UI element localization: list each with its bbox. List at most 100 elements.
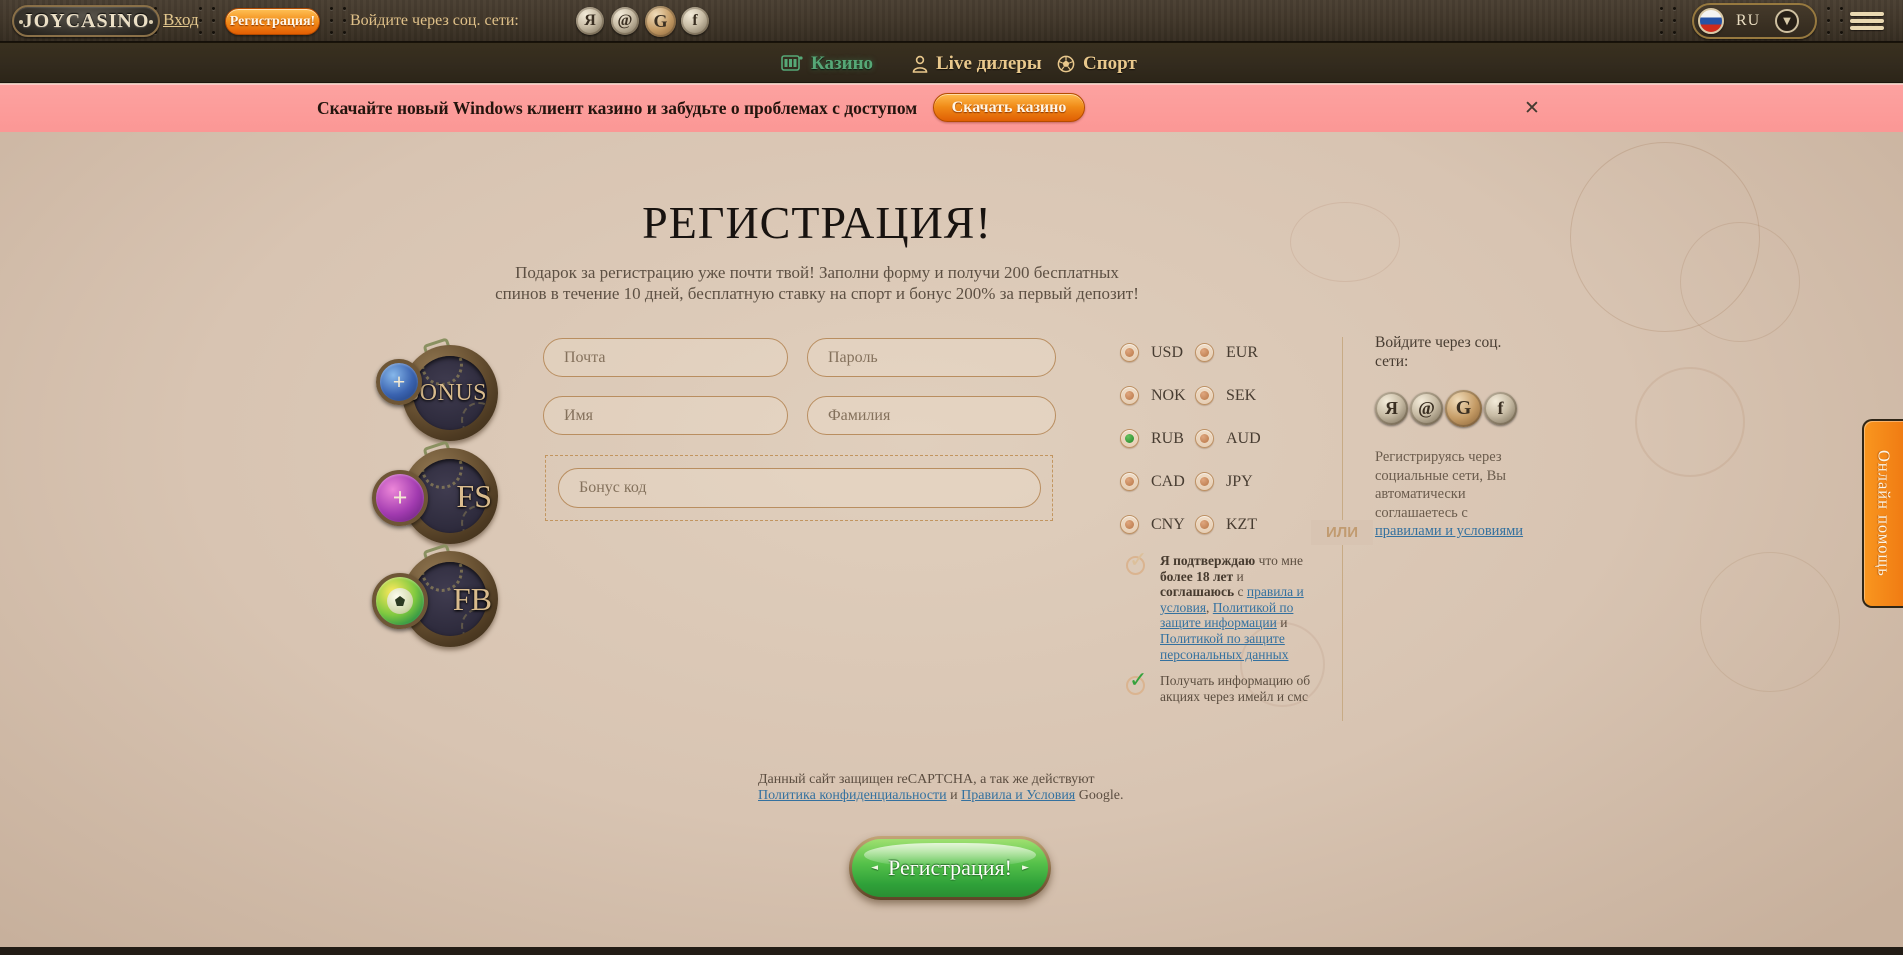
currency-option-usd[interactable]: USD <box>1120 331 1195 374</box>
language-code: RU <box>1736 12 1760 30</box>
main-content <box>0 132 1903 947</box>
currency-option-aud[interactable]: AUD <box>1195 417 1270 460</box>
russia-flag-icon <box>1698 8 1724 34</box>
download-banner: Скачайте новый Windows клиент казино и з… <box>0 84 1903 132</box>
social-column-heading: Войдите через соц. сети: <box>1375 333 1515 371</box>
tab-live-label: Live дилеры <box>936 53 1042 75</box>
header-social-prompt: Войдите через соц. сети: <box>350 0 519 42</box>
banner-message: Скачайте новый Windows клиент казино и з… <box>317 84 917 132</box>
tab-live-dealers[interactable]: Live дилеры <box>912 43 1042 84</box>
check-icon: ✓ <box>1129 668 1147 693</box>
hamburger-menu-icon[interactable] <box>1850 12 1884 30</box>
mailru-icon[interactable]: @ <box>611 7 639 35</box>
soccer-ball-icon <box>1057 55 1075 73</box>
promo-checkbox[interactable]: ✓ <box>1126 674 1148 696</box>
social-login-icons: Я @ G f <box>1375 390 1517 427</box>
bottom-edge-decor <box>0 947 1903 955</box>
dealer-person-icon <box>912 55 928 73</box>
header-register-button[interactable]: Регистрация! <box>225 8 320 35</box>
currency-option-nok[interactable]: NOK <box>1120 374 1195 417</box>
currency-option-cny[interactable]: CNY <box>1120 503 1195 546</box>
currency-option-cad[interactable]: CAD <box>1120 460 1195 503</box>
bonus-code-field[interactable] <box>558 468 1041 508</box>
email-field[interactable] <box>543 338 788 377</box>
currency-option-eur[interactable]: EUR <box>1195 331 1270 374</box>
age-confirm-checkbox[interactable]: ✓ <box>1126 554 1148 576</box>
chevron-down-icon[interactable]: ▼ <box>1775 9 1799 33</box>
rivet-decor <box>330 6 347 36</box>
close-icon[interactable]: ✕ <box>1520 96 1544 120</box>
main-nav: Казино Live дилеры Спорт <box>0 42 1903 83</box>
radio-icon <box>1120 429 1139 448</box>
tab-sport-label: Спорт <box>1083 53 1137 75</box>
logo-text: JOYCASINO <box>23 10 150 33</box>
rivet-decor <box>1660 6 1677 36</box>
google-icon[interactable]: G <box>645 6 676 37</box>
facebook-glyph: f <box>692 12 697 30</box>
radio-icon <box>1120 386 1139 405</box>
page-title: РЕГИСТРАЦИЯ! <box>517 196 1117 249</box>
login-link[interactable]: Вход <box>163 0 199 42</box>
currency-options: USD EUR NOK SEK RUB AUD CAD JPY CNY KZT <box>1120 331 1280 546</box>
badge-freespins: FS + <box>372 446 500 546</box>
radio-icon <box>1120 472 1139 491</box>
firstname-field[interactable] <box>543 396 788 435</box>
badge-freespins-medal-icon: + <box>372 470 428 526</box>
facebook-icon[interactable]: f <box>681 7 709 35</box>
yandex-icon[interactable]: Я <box>1375 392 1408 425</box>
tab-sport[interactable]: Спорт <box>1057 43 1137 84</box>
personal-data-policy-link[interactable]: Политикой по защите персональных данных <box>1160 631 1289 662</box>
subtitle-line-2: спинов в течение 10 дней, бесплатную ста… <box>495 284 1139 303</box>
currency-option-jpy[interactable]: JPY <box>1195 460 1270 503</box>
badge-freebet: FB <box>372 549 500 649</box>
paper-stain-decor <box>1635 367 1745 477</box>
radio-icon <box>1120 515 1139 534</box>
currency-option-sek[interactable]: SEK <box>1195 374 1270 417</box>
badge-bonus: BONUS + <box>372 343 500 443</box>
radio-icon <box>1195 343 1214 362</box>
header-bar: JOYCASINO Вход Регистрация! Войдите чере… <box>0 0 1903 42</box>
download-casino-button[interactable]: Скачать казино <box>933 93 1085 122</box>
promo-text: Получать информацию об акциях через имей… <box>1160 673 1320 704</box>
google-icon[interactable]: G <box>1445 390 1482 427</box>
paper-sketch-decor <box>1680 222 1800 342</box>
language-selector[interactable]: RU ▼ <box>1692 3 1817 39</box>
online-help-tab[interactable]: Онлайн помощь <box>1862 419 1903 608</box>
badge-bonus-medal-icon: + <box>376 359 422 405</box>
radio-icon <box>1195 472 1214 491</box>
arrow-left-icon: ◄ <box>871 863 878 873</box>
badge-freebet-label: FB <box>453 549 492 649</box>
logo[interactable]: JOYCASINO <box>12 5 160 37</box>
slot-machine-icon <box>781 55 803 73</box>
recaptcha-note: Данный сайт защищен reCAPTCHA, а так же … <box>758 772 1138 804</box>
check-icon: ✓ <box>1129 548 1147 573</box>
submit-register-button[interactable]: ◄ Регистрация! ► <box>849 836 1051 900</box>
password-field[interactable] <box>807 338 1056 377</box>
privacy-policy-link[interactable]: Политика конфиденциальности <box>758 788 947 803</box>
registration-page: JOYCASINO Вход Регистрация! Войдите чере… <box>0 0 1903 955</box>
subtitle-line-1: Подарок за регистрацию уже почти твой! З… <box>515 263 1119 282</box>
paper-sketch-decor <box>1700 552 1840 692</box>
rivet-decor <box>1827 6 1844 36</box>
google-terms-link[interactable]: Правила и Условия <box>961 788 1075 803</box>
page-subtitle: Подарок за регистрацию уже почти твой! З… <box>467 262 1167 304</box>
rivet-decor <box>199 6 216 36</box>
terms-link[interactable]: правилами и условиями <box>1375 523 1523 539</box>
google-glyph: G <box>653 11 667 32</box>
online-help-label: Онлайн помощь <box>1874 450 1894 577</box>
mailru-icon[interactable]: @ <box>1410 392 1443 425</box>
facebook-icon[interactable]: f <box>1484 392 1517 425</box>
paper-sketch-decor <box>1570 142 1760 332</box>
soccer-ball-icon <box>387 588 413 614</box>
tab-casino[interactable]: Казино <box>781 43 873 84</box>
yandex-icon[interactable]: Я <box>576 7 604 35</box>
currency-option-kzt[interactable]: KZT <box>1195 503 1270 546</box>
age-confirm-text: Я подтверждаю что мне более 18 лет и сог… <box>1160 553 1312 662</box>
social-note: Регистрируясь через социальные сети, Вы … <box>1375 448 1530 541</box>
lastname-field[interactable] <box>807 396 1056 435</box>
submit-label: Регистрация! <box>888 855 1012 881</box>
currency-option-rub[interactable]: RUB <box>1120 417 1195 460</box>
arrow-right-icon: ► <box>1022 863 1029 873</box>
yandex-glyph: Я <box>584 12 596 30</box>
radio-icon <box>1195 429 1214 448</box>
